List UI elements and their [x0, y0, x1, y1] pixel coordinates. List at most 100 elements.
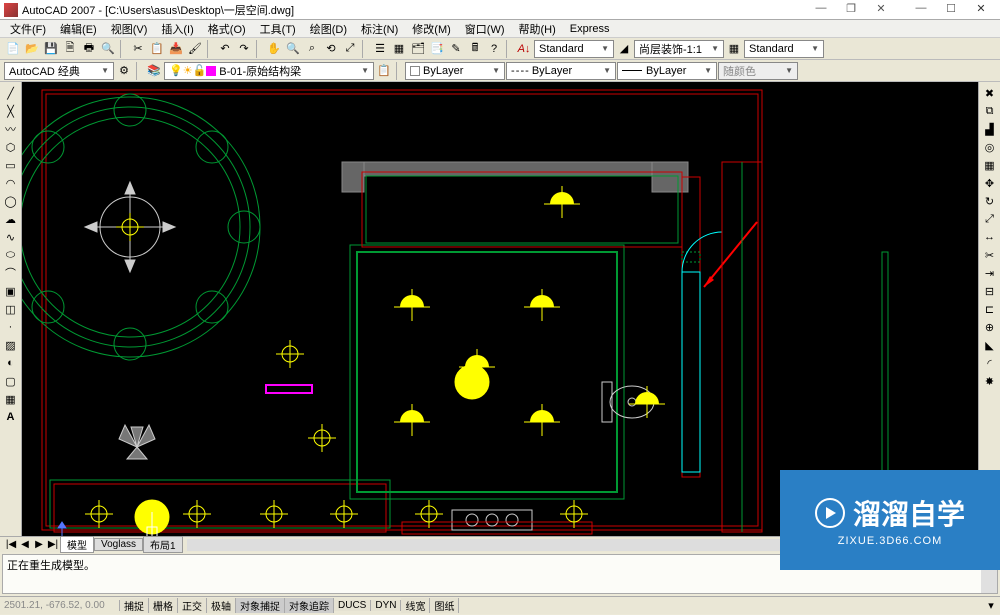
redo-icon[interactable]: ↷	[235, 40, 253, 58]
close-button[interactable]: ✕	[966, 2, 996, 18]
extend-icon[interactable]: ⇥	[981, 264, 999, 282]
line-icon[interactable]: ╱	[2, 84, 20, 102]
circle-icon[interactable]: ◯	[2, 192, 20, 210]
zoom-ext-icon[interactable]: ⤢	[341, 40, 359, 58]
coordinate-readout[interactable]: 2501.21, -676.52, 0.00	[0, 600, 120, 611]
gradient-icon[interactable]: ◐	[2, 354, 20, 372]
move-icon[interactable]: ✥	[981, 174, 999, 192]
mtext-icon[interactable]: A	[2, 408, 20, 426]
paste-icon[interactable]: 📥	[167, 40, 185, 58]
tab-nav-first[interactable]: |◀	[4, 539, 18, 550]
color-combo[interactable]: ByLayer▼	[405, 62, 505, 80]
inner-close-button[interactable]: ✕	[866, 2, 896, 18]
status-paper[interactable]: 图纸	[430, 598, 459, 613]
erase-icon[interactable]: ✖	[981, 84, 999, 102]
undo-icon[interactable]: ↶	[216, 40, 234, 58]
table-style-combo[interactable]: Standard▼	[744, 40, 824, 58]
menu-insert[interactable]: 插入(I)	[155, 21, 199, 37]
text-style-combo[interactable]: Standard▼	[534, 40, 614, 58]
status-osnap[interactable]: 对象捕捉	[236, 598, 285, 613]
revcloud-icon[interactable]: ☁	[2, 210, 20, 228]
status-snap[interactable]: 捕捉	[120, 598, 149, 613]
linetype-combo[interactable]: - - - -ByLayer▼	[506, 62, 616, 80]
zoom-prev-icon[interactable]: ⟲	[322, 40, 340, 58]
tab-nav-next[interactable]: ▶	[32, 539, 46, 550]
rotate-icon[interactable]: ↻	[981, 192, 999, 210]
point-icon[interactable]: ·	[2, 318, 20, 336]
mirror-icon[interactable]: ▟	[981, 120, 999, 138]
lineweight-combo[interactable]: ByLayer▼	[617, 62, 717, 80]
tab-model[interactable]: 模型	[60, 536, 94, 553]
trim-icon[interactable]: ✂	[981, 246, 999, 264]
layer-combo[interactable]: 💡 ☀ 🔓 B-01-原始结构梁 ▼	[164, 62, 374, 80]
layer-states-icon[interactable]: 📋	[375, 62, 393, 80]
tab-voglass[interactable]: Voglass	[94, 538, 143, 551]
menu-view[interactable]: 视图(V)	[105, 21, 154, 37]
layer-manager-icon[interactable]: 📚	[145, 62, 163, 80]
menu-format[interactable]: 格式(O)	[202, 21, 252, 37]
array-icon[interactable]: ▦	[981, 156, 999, 174]
cut-icon[interactable]: ✂	[129, 40, 147, 58]
status-lwt[interactable]: 线宽	[401, 598, 430, 613]
matchprop-icon[interactable]: 🖌	[186, 40, 204, 58]
copy-obj-icon[interactable]: ⧉	[981, 102, 999, 120]
status-polar[interactable]: 极轴	[207, 598, 236, 613]
maximize-button[interactable]: ☐	[936, 2, 966, 18]
markup-icon[interactable]: ✎	[447, 40, 465, 58]
save-icon[interactable]: 💾	[42, 40, 60, 58]
xline-icon[interactable]: ╳	[2, 102, 20, 120]
inner-restore-button[interactable]: ❐	[836, 2, 866, 18]
open-icon[interactable]: 📂	[23, 40, 41, 58]
saveall-icon[interactable]: 🗎	[61, 40, 79, 58]
status-tray-icon[interactable]: ▾	[982, 597, 1000, 615]
plotstyle-combo[interactable]: 随颜色▼	[718, 62, 798, 80]
new-icon[interactable]: 📄	[4, 40, 22, 58]
inner-minimize-button[interactable]: —	[806, 2, 836, 18]
stretch-icon[interactable]: ↔	[981, 228, 999, 246]
arc-icon[interactable]: ◠	[2, 174, 20, 192]
table-icon[interactable]: ▦	[2, 390, 20, 408]
menu-help[interactable]: 帮助(H)	[513, 21, 562, 37]
offset-icon[interactable]: ◎	[981, 138, 999, 156]
menu-edit[interactable]: 编辑(E)	[54, 21, 103, 37]
design-center-icon[interactable]: ▦	[390, 40, 408, 58]
break-icon[interactable]: ⊏	[981, 300, 999, 318]
region-icon[interactable]: ▢	[2, 372, 20, 390]
scale-icon[interactable]: ⤢	[981, 210, 999, 228]
join-icon[interactable]: ⊕	[981, 318, 999, 336]
calc-icon[interactable]: 🖩	[466, 40, 484, 58]
properties-icon[interactable]: ☰	[371, 40, 389, 58]
pline-icon[interactable]: 〰	[2, 120, 20, 138]
workspace-settings-icon[interactable]: ⚙	[115, 62, 133, 80]
help-icon[interactable]: ?	[485, 40, 503, 58]
tab-nav-last[interactable]: ▶|	[46, 539, 60, 550]
tab-layout1[interactable]: 布局1	[143, 536, 183, 553]
dim-style-combo[interactable]: 尚层装饰-1:1▼	[634, 40, 724, 58]
ellipse-icon[interactable]: ⬭	[2, 246, 20, 264]
menu-tools[interactable]: 工具(T)	[254, 21, 302, 37]
tab-nav-prev[interactable]: ◀	[18, 539, 32, 550]
make-block-icon[interactable]: ◫	[2, 300, 20, 318]
chamfer-icon[interactable]: ◣	[981, 336, 999, 354]
pan-icon[interactable]: ✋	[265, 40, 283, 58]
polygon-icon[interactable]: ⬡	[2, 138, 20, 156]
table-style-icon[interactable]: ▦	[725, 40, 743, 58]
insert-block-icon[interactable]: ▣	[2, 282, 20, 300]
sheet-set-icon[interactable]: 📑	[428, 40, 446, 58]
preview-icon[interactable]: 🔍	[99, 40, 117, 58]
spline-icon[interactable]: ∿	[2, 228, 20, 246]
minimize-button[interactable]: —	[906, 2, 936, 18]
menu-dim[interactable]: 标注(N)	[355, 21, 404, 37]
rectangle-icon[interactable]: ▭	[2, 156, 20, 174]
menu-window[interactable]: 窗口(W)	[459, 21, 511, 37]
zoom-window-icon[interactable]: ⌕	[303, 40, 321, 58]
drawing-canvas[interactable]: 01 04	[22, 82, 978, 536]
plot-icon[interactable]: 🖶	[80, 40, 98, 58]
status-otrack[interactable]: 对象追踪	[285, 598, 334, 613]
dim-style-icon[interactable]: ◢	[615, 40, 633, 58]
zoom-realtime-icon[interactable]: 🔍	[284, 40, 302, 58]
hatch-icon[interactable]: ▨	[2, 336, 20, 354]
status-ortho[interactable]: 正交	[178, 598, 207, 613]
break-point-icon[interactable]: ⊟	[981, 282, 999, 300]
status-dyn[interactable]: DYN	[371, 600, 401, 611]
